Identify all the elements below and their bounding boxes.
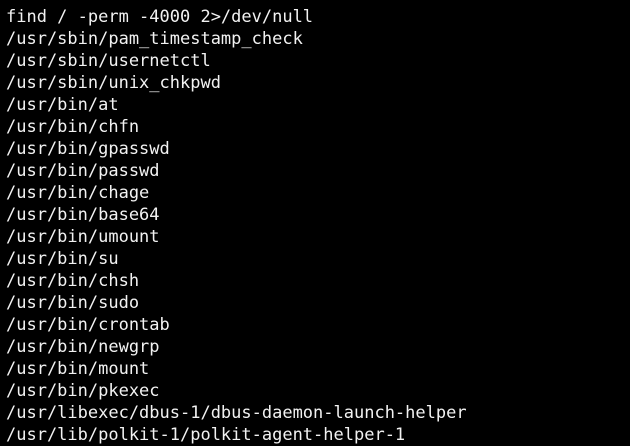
output-line: /usr/bin/chage xyxy=(6,183,150,203)
output-line: /usr/bin/sudo xyxy=(6,293,140,313)
output-line: /usr/bin/su xyxy=(6,249,119,269)
output-line: /usr/bin/chsh xyxy=(6,271,140,291)
output-line: /usr/bin/newgrp xyxy=(6,337,160,357)
output-line: /usr/sbin/usernetctl xyxy=(6,51,211,71)
output-line: /usr/bin/pkexec xyxy=(6,381,160,401)
output-line: /usr/bin/gpasswd xyxy=(6,139,170,159)
output-line: /usr/sbin/pam_timestamp_check xyxy=(6,29,303,49)
terminal-output: root find / -perm -4000 2>/dev/null /usr… xyxy=(6,0,467,446)
terminal-window[interactable]: root find / -perm -4000 2>/dev/null /usr… xyxy=(0,0,630,446)
output-line: /usr/bin/mount xyxy=(6,359,150,379)
output-line: /usr/bin/at xyxy=(6,95,119,115)
command-line: find / -perm -4000 2>/dev/null xyxy=(6,7,314,27)
output-line: /usr/libexec/dbus-1/dbus-daemon-launch-h… xyxy=(6,403,467,423)
output-line: /usr/sbin/unix_chkpwd xyxy=(6,73,221,93)
output-line: /usr/bin/crontab xyxy=(6,315,170,335)
output-line: /usr/lib/polkit-1/polkit-agent-helper-1 xyxy=(6,425,406,445)
output-line: /usr/bin/base64 xyxy=(6,205,160,225)
output-line: /usr/bin/chfn xyxy=(6,117,140,137)
output-line: /usr/bin/umount xyxy=(6,227,160,247)
output-line: /usr/bin/passwd xyxy=(6,161,160,181)
